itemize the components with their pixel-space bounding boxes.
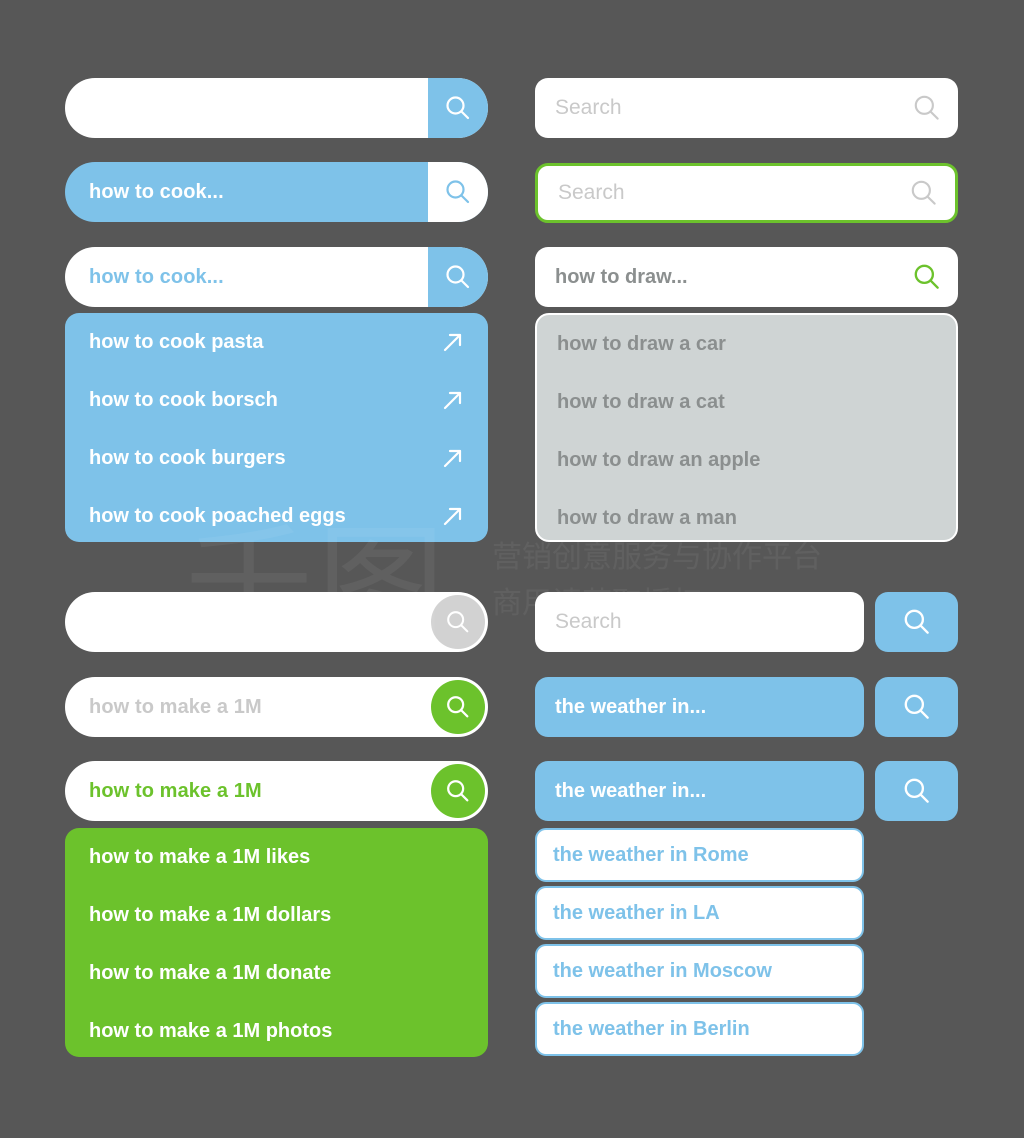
search-input-split-weather-2[interactable]: the weather in...: [535, 761, 864, 821]
list-item[interactable]: the weather in LA: [535, 886, 864, 940]
suggestion-label: how to cook burgers: [89, 446, 286, 469]
suggestion-label: the weather in Berlin: [553, 1017, 750, 1040]
search-input-value[interactable]: the weather in...: [535, 696, 706, 719]
search-bar-focused-green-border[interactable]: Search: [535, 163, 958, 223]
list-item[interactable]: how to draw a cat: [537, 373, 956, 431]
search-input-placeholder[interactable]: Search: [535, 96, 896, 120]
search-button[interactable]: [428, 78, 488, 138]
search-icon: [447, 696, 469, 718]
search-icon-wrap[interactable]: [896, 261, 958, 293]
list-item[interactable]: how to draw an apple: [537, 431, 956, 489]
search-button[interactable]: [428, 162, 488, 222]
list-item[interactable]: the weather in Rome: [535, 828, 864, 882]
search-bar-draw[interactable]: how to draw...: [535, 247, 958, 307]
search-input-split-plain[interactable]: Search: [535, 592, 864, 652]
list-item[interactable]: how to make a 1M photos: [65, 1002, 488, 1057]
suggestion-label: the weather in Rome: [553, 843, 749, 866]
arrow-up-right-icon: [443, 391, 462, 410]
search-input-placeholder[interactable]: Search: [538, 181, 893, 205]
search-button[interactable]: [428, 247, 488, 307]
search-icon: [447, 780, 469, 802]
search-button-circle: [431, 595, 485, 649]
search-bar-white-blue-text[interactable]: how to cook...: [65, 247, 488, 307]
search-button[interactable]: [428, 592, 488, 652]
suggestion-label: how to cook poached eggs: [89, 504, 346, 527]
search-input-value[interactable]: how to draw...: [535, 266, 896, 289]
search-input-value[interactable]: how to make a 1M: [65, 780, 428, 803]
suggestion-label: how to cook borsch: [89, 388, 278, 411]
list-item[interactable]: how to cook pasta: [65, 313, 488, 371]
search-icon: [446, 265, 470, 289]
suggestion-label: how to draw a cat: [557, 390, 725, 413]
search-icon: [914, 264, 939, 289]
search-button[interactable]: [875, 592, 958, 652]
search-bar-empty-gray-circle[interactable]: [65, 592, 488, 652]
list-item[interactable]: how to cook burgers: [65, 429, 488, 487]
list-item[interactable]: how to make a 1M dollars: [65, 886, 488, 944]
suggestion-label: how to make a 1M dollars: [89, 903, 332, 926]
search-icon-wrap[interactable]: [893, 177, 955, 209]
list-item[interactable]: the weather in Moscow: [535, 944, 864, 998]
search-input-placeholder[interactable]: Search: [535, 610, 622, 634]
suggestion-label: how to make a 1M donate: [89, 961, 332, 984]
search-bar-plain[interactable]: Search: [535, 78, 958, 138]
suggestion-label: how to draw a man: [557, 506, 738, 529]
arrow-up-right-icon: [443, 333, 462, 352]
suggestion-label: the weather in LA: [553, 901, 720, 924]
search-input-value[interactable]: how to cook...: [65, 181, 428, 204]
list-item[interactable]: how to make a 1M likes: [65, 828, 488, 886]
search-bar-filled-blue[interactable]: how to cook...: [65, 162, 488, 222]
suggestion-label: how to draw a car: [557, 332, 726, 355]
search-icon: [914, 95, 939, 120]
list-item[interactable]: how to cook borsch: [65, 371, 488, 429]
suggestion-label: how to make a 1M likes: [89, 845, 311, 868]
list-item[interactable]: the weather in Berlin: [535, 1002, 864, 1056]
arrow-up-right-icon: [443, 507, 462, 526]
search-input-value[interactable]: how to cook...: [65, 266, 428, 289]
suggestion-label: the weather in Moscow: [553, 959, 772, 982]
search-icon: [904, 609, 929, 634]
search-icon: [446, 96, 470, 120]
suggestion-label: how to make a 1M photos: [89, 1019, 333, 1042]
search-bar-filled-green[interactable]: how to make a 1M: [65, 761, 488, 821]
suggestion-label: how to cook pasta: [89, 330, 264, 353]
search-button[interactable]: [428, 677, 488, 737]
list-item[interactable]: how to cook poached eggs: [65, 487, 488, 542]
search-button-circle: [431, 764, 485, 818]
suggestions-panel-cook: how to cook pasta how to cook borsch how…: [65, 313, 488, 542]
search-button[interactable]: [875, 677, 958, 737]
search-input-split-weather-1[interactable]: the weather in...: [535, 677, 864, 737]
arrow-up-right-icon: [443, 449, 462, 468]
search-icon: [904, 778, 929, 803]
list-item[interactable]: how to draw a man: [537, 489, 956, 540]
search-input-placeholder[interactable]: how to make a 1M: [65, 696, 428, 719]
search-icon: [904, 694, 929, 719]
search-icon: [911, 180, 936, 205]
search-button-circle: [431, 680, 485, 734]
search-button[interactable]: [428, 761, 488, 821]
search-input-value[interactable]: the weather in...: [535, 780, 706, 803]
suggestions-panel-make: how to make a 1M likes how to make a 1M …: [65, 828, 488, 1057]
search-icon: [446, 180, 470, 204]
list-item[interactable]: how to draw a car: [537, 315, 956, 373]
suggestion-label: how to draw an apple: [557, 448, 761, 471]
search-bar-empty-blue-cap[interactable]: [65, 78, 488, 138]
search-bar-placeholder-green[interactable]: how to make a 1M: [65, 677, 488, 737]
suggestions-panel-draw: how to draw a car how to draw a cat how …: [535, 313, 958, 542]
search-button[interactable]: [875, 761, 958, 821]
search-icon: [447, 611, 469, 633]
search-icon-wrap[interactable]: [896, 92, 958, 124]
list-item[interactable]: how to make a 1M donate: [65, 944, 488, 1002]
